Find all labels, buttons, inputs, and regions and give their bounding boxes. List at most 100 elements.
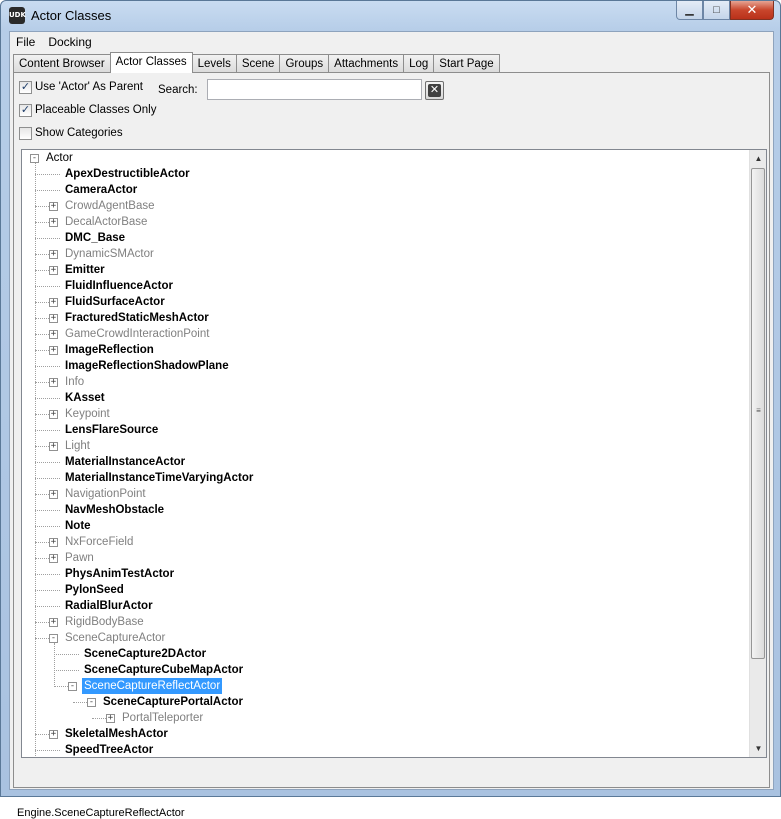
tree-node[interactable]: SceneCapturePortalActor <box>101 694 245 710</box>
tree-node[interactable]: PylonSeed <box>63 582 126 598</box>
tree-node[interactable]: DynamicSMActor <box>63 246 156 262</box>
show-categories-option[interactable]: Show Categories <box>19 125 123 141</box>
scrollbar-thumb[interactable]: ≡ <box>751 168 765 659</box>
tree-node-label: PortalTeleporter <box>122 712 204 724</box>
minimize-button[interactable]: ▁ <box>676 1 703 20</box>
placeable-only-checkbox[interactable]: ✓ <box>19 103 32 117</box>
expand-icon[interactable]: + <box>49 378 58 387</box>
tab-levels[interactable]: Levels <box>191 54 237 73</box>
tree-node[interactable]: ImageReflectionShadowPlane <box>63 358 231 374</box>
tree-node[interactable]: NavMeshObstacle <box>63 502 166 518</box>
tree-node-label: NavigationPoint <box>65 488 146 500</box>
tree-node[interactable]: MaterialInstanceActor <box>63 454 187 470</box>
tree-node[interactable]: RadialBlurActor <box>63 598 155 614</box>
tree-node[interactable]: Info <box>63 374 86 390</box>
tree-node-label: MaterialInstanceActor <box>65 456 186 468</box>
class-tree-viewport: Actor - ApexDestructibleActor CameraActor Cr… <box>22 150 749 757</box>
expand-icon[interactable]: + <box>49 618 58 627</box>
tree-node[interactable]: NavigationPoint <box>63 486 148 502</box>
expand-icon[interactable]: + <box>49 250 58 259</box>
tree-node-label: PhysAnimTestActor <box>65 568 175 580</box>
tree-node[interactable]: DecalActorBase <box>63 214 149 230</box>
tree-connector <box>35 526 60 527</box>
tree-node[interactable]: KAsset <box>63 390 107 406</box>
tree-node[interactable]: SpeedTreeActor <box>63 742 155 757</box>
tree-node[interactable]: SceneCaptureActor <box>63 630 167 646</box>
tree-node[interactable]: FluidSurfaceActor <box>63 294 167 310</box>
tree-node[interactable]: SceneCaptureReflectActor <box>82 678 223 694</box>
expand-icon[interactable]: + <box>49 346 58 355</box>
tree-node[interactable]: ImageReflection <box>63 342 156 358</box>
use-actor-parent-checkbox[interactable]: ✓ <box>19 80 32 94</box>
tree-node-label: SpeedTreeActor <box>65 744 154 756</box>
tree-node[interactable]: FracturedStaticMeshActor <box>63 310 211 326</box>
tree-node[interactable]: CameraActor <box>63 182 139 198</box>
tree-node[interactable]: CrowdAgentBase <box>63 198 157 214</box>
title-bar[interactable]: UDK Actor Classes ▁ □ ✕ <box>1 1 780 31</box>
expand-icon[interactable]: + <box>49 442 58 451</box>
use-actor-parent-option[interactable]: ✓ Use 'Actor' As Parent <box>19 79 143 95</box>
tree-node[interactable]: MaterialInstanceTimeVaryingActor <box>63 470 255 486</box>
tree-node[interactable]: FluidInfluenceActor <box>63 278 175 294</box>
tab-actor-classes[interactable]: Actor Classes <box>109 52 193 73</box>
expand-icon[interactable]: + <box>49 314 58 323</box>
scroll-up-arrow-icon[interactable]: ▲ <box>750 150 766 167</box>
maximize-button[interactable]: □ <box>703 1 730 20</box>
tree-node[interactable]: DMC_Base <box>63 230 127 246</box>
tree-node[interactable]: Actor <box>44 150 75 166</box>
menu-file[interactable]: File <box>10 32 42 52</box>
tree-connector <box>35 558 49 559</box>
expand-icon[interactable]: + <box>49 490 58 499</box>
collapse-icon[interactable]: - <box>68 682 77 691</box>
tree-node[interactable]: PhysAnimTestActor <box>63 566 176 582</box>
tab-scene[interactable]: Scene <box>235 54 281 73</box>
tree-node[interactable]: Pawn <box>63 550 96 566</box>
tab-attachments[interactable]: Attachments <box>328 54 405 73</box>
grip-icon: ≡ <box>756 406 761 415</box>
tree-node-label: RadialBlurActor <box>65 600 153 612</box>
tree-node[interactable]: SkeletalMeshActor <box>63 726 170 742</box>
placeable-only-option[interactable]: ✓ Placeable Classes Only <box>19 102 156 118</box>
tree-node[interactable]: RigidBodyBase <box>63 614 146 630</box>
tree-connector <box>54 670 79 671</box>
scroll-down-arrow-icon[interactable]: ▼ <box>750 740 766 757</box>
show-categories-checkbox[interactable] <box>19 126 32 140</box>
tab-log[interactable]: Log <box>403 54 435 73</box>
expand-icon[interactable]: + <box>49 730 58 739</box>
tree-node[interactable]: Keypoint <box>63 406 112 422</box>
expand-icon[interactable]: + <box>49 330 58 339</box>
tab-start-page[interactable]: Start Page <box>433 54 500 73</box>
tree-node[interactable]: PortalTeleporter <box>120 710 205 726</box>
tree-node[interactable]: SceneCaptureCubeMapActor <box>82 662 245 678</box>
search-input[interactable] <box>207 79 422 100</box>
tab-content-browser[interactable]: Content Browser <box>13 54 111 73</box>
collapse-icon[interactable]: - <box>87 698 96 707</box>
expand-icon[interactable]: + <box>49 554 58 563</box>
tree-node[interactable]: NxForceField <box>63 534 135 550</box>
expand-icon[interactable]: + <box>49 538 58 547</box>
expand-icon[interactable]: + <box>106 714 115 723</box>
tree-node[interactable]: ApexDestructibleActor <box>63 166 192 182</box>
client-area: File Docking Content Browser Actor Class… <box>9 31 774 819</box>
tree-node[interactable]: LensFlareSource <box>63 422 160 438</box>
collapse-icon[interactable]: - <box>49 634 58 643</box>
tree-node[interactable]: Light <box>63 438 92 454</box>
expand-icon[interactable]: + <box>49 266 58 275</box>
tree-node[interactable]: Emitter <box>63 262 107 278</box>
tree-node[interactable]: GameCrowdInteractionPoint <box>63 326 211 342</box>
tree-connector <box>35 750 60 751</box>
close-button[interactable]: ✕ <box>730 1 774 20</box>
tab-groups[interactable]: Groups <box>279 54 330 73</box>
expand-icon[interactable]: + <box>49 202 58 211</box>
tree-node[interactable]: SceneCapture2DActor <box>82 646 208 662</box>
vertical-scrollbar[interactable]: ▲ ≡ ▼ <box>749 150 766 757</box>
collapse-icon[interactable]: - <box>30 154 39 163</box>
clear-search-button[interactable]: ✕ <box>425 81 444 100</box>
menu-docking[interactable]: Docking <box>42 32 98 52</box>
tree-connector <box>35 446 49 447</box>
tree-node[interactable]: Note <box>63 518 93 534</box>
tree-connector <box>35 254 49 255</box>
expand-icon[interactable]: + <box>49 218 58 227</box>
expand-icon[interactable]: + <box>49 410 58 419</box>
expand-icon[interactable]: + <box>49 298 58 307</box>
